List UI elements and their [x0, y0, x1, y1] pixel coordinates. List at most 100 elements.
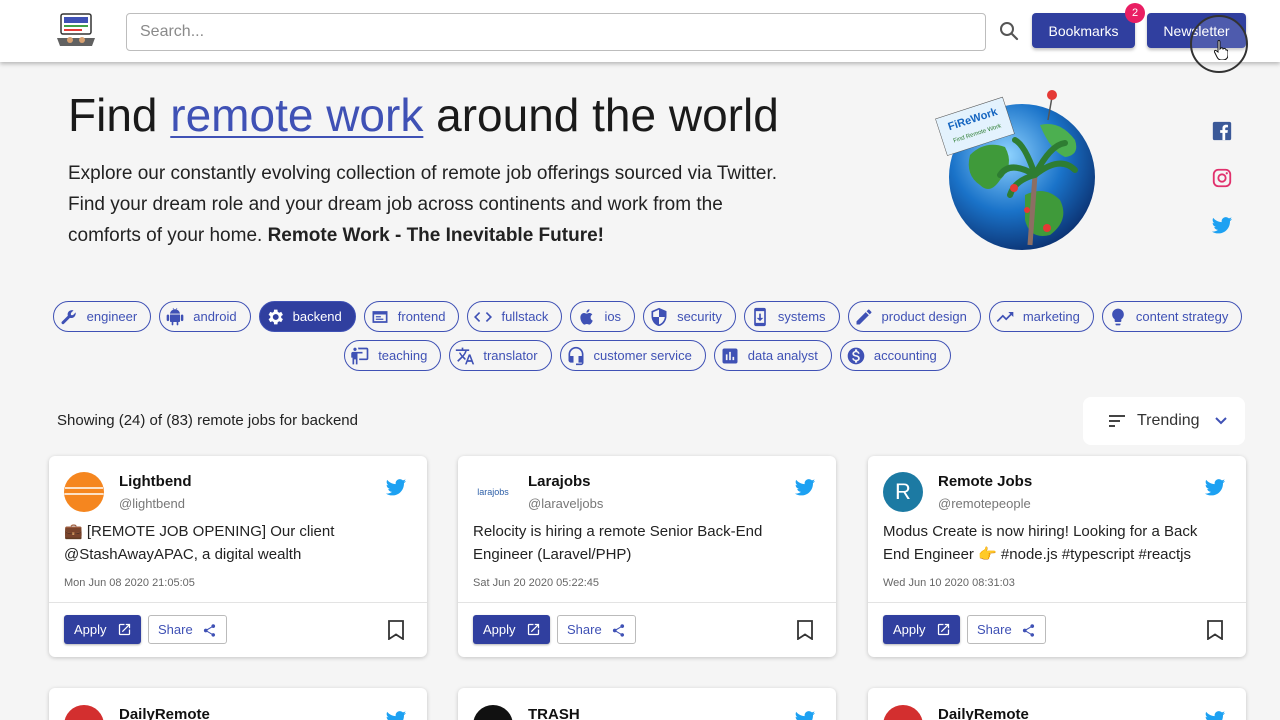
twitter-icon[interactable] — [794, 476, 816, 498]
card-divider — [49, 602, 427, 603]
post-date: Wed Jun 10 2020 08:31:03 — [883, 577, 1015, 589]
tag-label: content strategy — [1135, 309, 1229, 324]
job-card-partial[interactable]: DailyRemote — [49, 688, 427, 720]
company-name: DailyRemote — [938, 706, 1029, 720]
company-avatar: larajobs — [477, 487, 509, 497]
job-card-partial[interactable]: TRASH — [458, 688, 836, 720]
sort-select[interactable]: Trending — [1083, 397, 1245, 445]
company-avatar — [64, 472, 104, 512]
facebook-icon[interactable] — [1211, 120, 1233, 142]
system-update-icon — [748, 305, 772, 329]
company-avatar: R — [883, 472, 923, 512]
twitter-handle[interactable]: @lightbend — [119, 496, 185, 511]
tag-systems[interactable]: systems — [743, 301, 840, 332]
tag-label: security — [677, 309, 722, 324]
bookmarks-button[interactable]: Bookmarks — [1032, 13, 1135, 48]
twitter-icon[interactable] — [794, 708, 816, 720]
company-avatar — [883, 705, 923, 720]
gear-icon — [263, 305, 287, 329]
tag-accounting[interactable]: accounting — [839, 340, 951, 371]
tag-label: teaching — [378, 348, 428, 363]
company-name: TRASH — [528, 706, 580, 720]
twitter-icon[interactable] — [1204, 708, 1226, 720]
tag-row-2: teaching translator customer service data a… — [60, 340, 1235, 371]
twitter-handle[interactable]: @remotepeople — [938, 496, 1031, 511]
tag-fullstack[interactable]: fullstack — [467, 301, 563, 332]
tag-translator[interactable]: translator — [449, 340, 552, 371]
chevron-down-icon — [1215, 417, 1227, 425]
apply-button[interactable]: Apply — [883, 615, 960, 644]
firework-logo-icon[interactable] — [56, 12, 96, 48]
tag-label: systems — [777, 309, 826, 324]
company-name: Lightbend — [119, 473, 192, 490]
bookmark-icon[interactable] — [387, 620, 405, 640]
instagram-icon[interactable] — [1211, 167, 1233, 189]
tag-label: frontend — [397, 309, 446, 324]
share-icon — [1022, 624, 1035, 637]
tag-teaching[interactable]: teaching — [344, 340, 442, 371]
tag-marketing[interactable]: marketing — [988, 301, 1094, 332]
tag-frontend[interactable]: frontend — [363, 301, 460, 332]
tag-label: accounting — [873, 348, 937, 363]
sort-label: Trending — [1137, 412, 1200, 429]
sort-icon — [1109, 415, 1125, 427]
tag-data-analyst[interactable]: data analyst — [713, 340, 832, 371]
tag-security[interactable]: security — [643, 301, 736, 332]
job-card: R Remote Jobs @remotepeople Modus Create is… — [868, 456, 1246, 657]
headset-icon — [564, 344, 588, 368]
wrench-icon — [57, 305, 81, 329]
tag-android[interactable]: android — [159, 301, 251, 332]
share-button[interactable]: Share — [557, 615, 636, 644]
job-card: Lightbend @lightbend 💼 [REMOTE JOB OPENING… — [49, 456, 427, 657]
company-avatar — [64, 705, 104, 720]
tag-label: backend — [292, 309, 342, 324]
post-date: Mon Jun 08 2020 21:05:05 — [64, 577, 195, 589]
tag-label: engineer — [86, 309, 138, 324]
apply-button[interactable]: Apply — [473, 615, 550, 644]
twitter-icon[interactable] — [1204, 476, 1226, 498]
share-button[interactable]: Share — [967, 615, 1046, 644]
globe-illustration: FiReWork Find Remote Work — [935, 90, 1095, 250]
twitter-icon[interactable] — [1211, 214, 1233, 236]
tag-customer-service[interactable]: customer service — [559, 340, 706, 371]
android-icon — [163, 305, 187, 329]
twitter-icon[interactable] — [385, 476, 407, 498]
share-icon — [203, 624, 216, 637]
share-button[interactable]: Share — [148, 615, 227, 644]
open-in-new-icon — [527, 623, 540, 636]
translate-icon — [453, 344, 477, 368]
bookmark-icon[interactable] — [1206, 620, 1224, 640]
bar-chart-icon — [718, 344, 742, 368]
lightbulb-icon — [1106, 305, 1130, 329]
job-card: larajobs Larajobs @laraveljobs Relocity is … — [458, 456, 836, 657]
bookmark-icon[interactable] — [796, 620, 814, 640]
tag-label: customer service — [593, 348, 692, 363]
job-tweet-text: Relocity is hiring a remote Senior Back-… — [473, 523, 763, 563]
tag-engineer[interactable]: engineer — [52, 301, 152, 332]
dollar-icon — [844, 344, 868, 368]
code-icon — [471, 305, 495, 329]
job-card-partial[interactable]: DailyRemote — [868, 688, 1246, 720]
pencil-icon — [852, 305, 876, 329]
tag-row-1: engineer android backend frontend fullstack i… — [52, 301, 1243, 332]
tag-ios[interactable]: ios — [570, 301, 636, 332]
twitter-handle[interactable]: @laraveljobs — [528, 496, 603, 511]
pointer-cursor-icon — [1214, 40, 1228, 60]
shield-icon — [647, 305, 671, 329]
twitter-icon[interactable] — [385, 708, 407, 720]
card-divider — [868, 602, 1246, 603]
tag-content-strategy[interactable]: content strategy — [1101, 301, 1243, 332]
open-in-new-icon — [118, 623, 131, 636]
post-date: Sat Jun 20 2020 05:22:45 — [473, 577, 599, 589]
hero-title: Find remote work around the world — [68, 89, 779, 141]
search-input[interactable] — [126, 13, 986, 51]
search-icon[interactable] — [997, 19, 1021, 43]
trending-up-icon — [993, 305, 1017, 329]
tag-product-design[interactable]: product design — [847, 301, 981, 332]
remote-work-link[interactable]: remote work — [170, 89, 423, 141]
browser-icon — [368, 305, 392, 329]
tag-label: data analyst — [747, 348, 818, 363]
tag-backend[interactable]: backend — [258, 301, 356, 332]
apply-button[interactable]: Apply — [64, 615, 141, 644]
bookmarks-count-badge: 2 — [1125, 3, 1145, 23]
